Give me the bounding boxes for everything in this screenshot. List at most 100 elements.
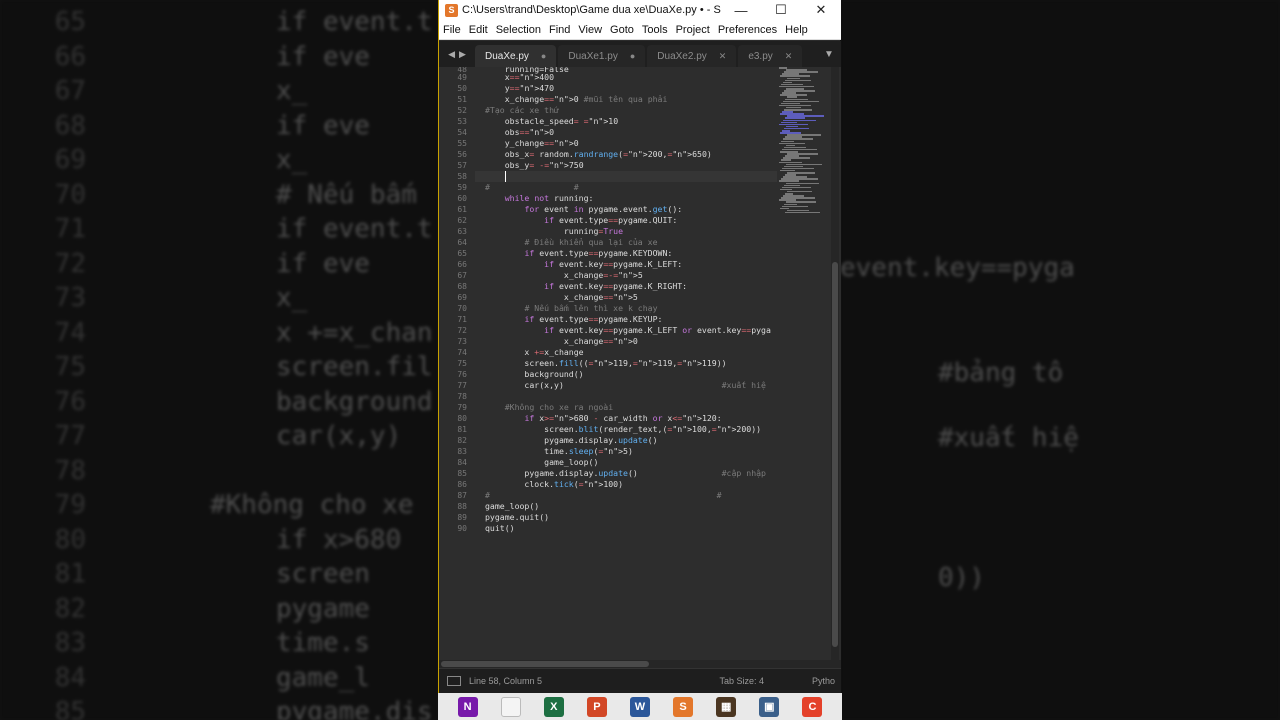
line-number: 62 bbox=[457, 216, 467, 225]
pc-icon[interactable]: ▣ bbox=[759, 696, 780, 717]
unsaved-dot-icon[interactable]: ● bbox=[541, 51, 546, 61]
code-line: pygame.quit() bbox=[485, 512, 550, 522]
line-number: 51 bbox=[457, 95, 467, 104]
code-line: if event.type==pygame.KEYDOWN: bbox=[524, 248, 673, 258]
line-number: 78 bbox=[457, 392, 467, 401]
excel-icon[interactable]: X bbox=[543, 696, 564, 717]
unsaved-dot-icon[interactable]: ● bbox=[630, 51, 635, 61]
file-icon[interactable] bbox=[500, 696, 521, 717]
line-number: 56 bbox=[457, 150, 467, 159]
menu-goto[interactable]: Goto bbox=[606, 24, 638, 36]
line-number: 57 bbox=[457, 161, 467, 170]
screen: 85 pygame.dis 84 game_l 83 time.s 82 pygame 8… bbox=[0, 0, 1280, 720]
maximize-button[interactable]: ☐ bbox=[761, 2, 801, 18]
tab-size[interactable]: Tab Size: 4 bbox=[719, 676, 764, 686]
line-number: 71 bbox=[457, 315, 467, 324]
arrow-left-icon[interactable]: ◀ bbox=[448, 49, 455, 60]
powerpoint-icon[interactable]: P bbox=[586, 696, 607, 717]
vertical-scroll-thumb[interactable] bbox=[832, 262, 838, 647]
line-number: 83 bbox=[457, 447, 467, 456]
line-number: 58 bbox=[457, 172, 467, 181]
code-line: #Không cho xe ra ngoài bbox=[504, 402, 614, 412]
line-number: 84 bbox=[457, 458, 467, 467]
line-number: 69 bbox=[457, 293, 467, 302]
minecraft-icon[interactable]: ▦ bbox=[716, 696, 737, 717]
line-number: 61 bbox=[457, 205, 467, 214]
taskbar: N X P W S ▦ ▣ C bbox=[438, 693, 842, 720]
menu-selection[interactable]: Selection bbox=[492, 24, 545, 36]
code-line: background() bbox=[485, 369, 584, 379]
code-line: running=True bbox=[485, 226, 624, 236]
line-number: 59 bbox=[457, 183, 467, 192]
sublime-icon[interactable]: S bbox=[673, 696, 694, 717]
menu-tools[interactable]: Tools bbox=[638, 24, 672, 36]
line-number: 73 bbox=[457, 337, 467, 346]
arrow-right-icon[interactable]: ▶ bbox=[459, 49, 466, 60]
line-number: 90 bbox=[457, 524, 467, 533]
line-number: 66 bbox=[457, 260, 467, 269]
line-number: 86 bbox=[457, 480, 467, 489]
line-number: 76 bbox=[457, 370, 467, 379]
code-line: screen.blit(render_text,(="n">100,="n">2… bbox=[485, 424, 762, 434]
cursor-position[interactable]: Line 58, Column 5 bbox=[469, 676, 719, 686]
ccleaner-icon[interactable]: C bbox=[802, 696, 823, 717]
code-line: # Điều khiển qua lại của xe bbox=[524, 237, 658, 247]
horizontal-scroll-thumb[interactable] bbox=[441, 661, 649, 667]
code-line: if event.key==pygame.K_RIGHT: bbox=[544, 281, 688, 291]
sublime-app-icon: S bbox=[445, 3, 458, 17]
code-line: game_loop() bbox=[485, 457, 599, 467]
line-number: 88 bbox=[457, 502, 467, 511]
tab-duaxe-py[interactable]: DuaXe.py ● bbox=[475, 45, 557, 67]
close-button[interactable]: ✕ bbox=[801, 2, 841, 18]
code-line: for event in pygame.event.get(): bbox=[524, 204, 683, 214]
title-bar[interactable]: S C:\Users\trand\Desktop\Game dua xe\Dua… bbox=[439, 0, 841, 20]
panel-toggle-icon[interactable] bbox=[447, 676, 461, 686]
line-number: 77 bbox=[457, 381, 467, 390]
tab-bar: ◀ ▶ DuaXe.py ● DuaXe1.py ● DuaXe2.py ✕ e3.py ✕ … bbox=[439, 41, 841, 67]
vertical-scrollbar[interactable] bbox=[831, 67, 839, 660]
tab-label: DuaXe2.py bbox=[657, 50, 707, 62]
tab-e3-py[interactable]: e3.py ✕ bbox=[738, 45, 803, 67]
menu-help[interactable]: Help bbox=[781, 24, 812, 36]
line-number: 49 bbox=[457, 73, 467, 82]
code-line: clock.tick(="n">100) bbox=[485, 479, 624, 489]
menu-find[interactable]: Find bbox=[545, 24, 574, 36]
tab-nav-arrows[interactable]: ◀ ▶ bbox=[439, 41, 475, 67]
menu-view[interactable]: View bbox=[574, 24, 606, 36]
text-caret bbox=[504, 171, 506, 182]
line-number: 54 bbox=[457, 128, 467, 137]
horizontal-scrollbar[interactable] bbox=[439, 660, 841, 668]
menu-file[interactable]: File bbox=[439, 24, 465, 36]
word-icon[interactable]: W bbox=[629, 696, 650, 717]
onenote-icon[interactable]: N bbox=[457, 696, 478, 717]
code-line: x_change=="n">5 bbox=[485, 292, 638, 302]
menu-edit[interactable]: Edit bbox=[465, 24, 492, 36]
code-line: # Nếu bấm lên thì xe k chạy bbox=[524, 303, 658, 313]
line-number: 63 bbox=[457, 227, 467, 236]
close-tab-icon[interactable]: ✕ bbox=[785, 51, 793, 62]
code-line: car(x,y) #xuất hiệ bbox=[485, 380, 766, 390]
close-tab-icon[interactable]: ✕ bbox=[719, 51, 727, 62]
tabs: DuaXe.py ● DuaXe1.py ● DuaXe2.py ✕ e3.py ✕ bbox=[475, 45, 804, 67]
tab-duaxe1-py[interactable]: DuaXe1.py ● bbox=[558, 45, 646, 67]
code-line: while not running: bbox=[504, 193, 594, 203]
minimap[interactable] bbox=[779, 67, 829, 217]
menu-preferences[interactable]: Preferences bbox=[714, 24, 781, 36]
line-number: 64 bbox=[457, 238, 467, 247]
syntax-selector[interactable]: Pytho bbox=[812, 676, 835, 686]
menu-project[interactable]: Project bbox=[672, 24, 714, 36]
window-title: C:\Users\trand\Desktop\Game dua xe\DuaXe… bbox=[462, 4, 721, 16]
line-number: 67 bbox=[457, 271, 467, 280]
code-area[interactable]: running=False x=="n">400 y=="n">470 x_ch… bbox=[485, 67, 777, 660]
line-number: 70 bbox=[457, 304, 467, 313]
tab-dropdown-icon[interactable]: ▼ bbox=[817, 41, 841, 67]
minimize-button[interactable]: — bbox=[721, 3, 761, 18]
tab-duaxe2-py[interactable]: DuaXe2.py ✕ bbox=[647, 45, 737, 67]
editor[interactable]: 48 49 50 51 52 53 54 55 56 57 58 59 60 61 62 63 64 65 66 67… bbox=[439, 67, 841, 660]
code-line: y_change=="n">0 bbox=[485, 138, 579, 148]
line-number: 89 bbox=[457, 513, 467, 522]
line-gutter: 48 49 50 51 52 53 54 55 56 57 58 59 60 61 62 63 64 65 66 67… bbox=[439, 67, 475, 660]
line-number: 60 bbox=[457, 194, 467, 203]
code-line: quit() bbox=[485, 523, 515, 533]
